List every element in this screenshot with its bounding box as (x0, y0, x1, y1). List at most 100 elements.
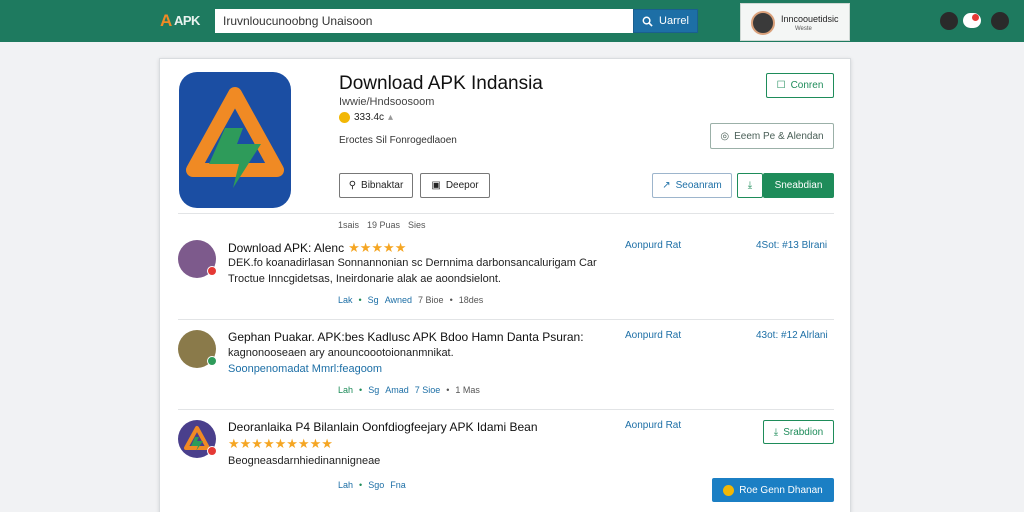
reviewer-badge (207, 266, 217, 276)
site-logo[interactable]: A APK (160, 10, 210, 32)
review-text: Beogneasdarnhiedinannigneae (228, 455, 381, 467)
user-avatar[interactable] (938, 10, 960, 32)
app-title: Download APK Indansia (339, 73, 543, 94)
review-status[interactable]: Aonpurd Rat (625, 420, 681, 431)
review-item: Download APK: Alenc ★★★★★ DEK.fo koanadi… (160, 240, 852, 320)
app-rating: 333.4c ▴ (339, 112, 393, 123)
divider (178, 213, 834, 214)
meta-item: 7 Sioe (414, 385, 441, 395)
review-text: DEK.fo koanadirlasan Sonnannonian sc Der… (228, 257, 597, 269)
notification-dot (972, 14, 979, 21)
meta-item[interactable]: Lak (338, 295, 353, 305)
search-app-label: Bibnaktar (361, 180, 404, 191)
meta-item[interactable]: Lah (338, 480, 353, 490)
install-link-label: Eeem Pe & Alendan (734, 130, 824, 142)
divider (178, 319, 834, 320)
review-title-text: Gephan Puakar. APK:bes Kadlusc APK Bdoo … (228, 330, 584, 344)
meta-item: • (359, 385, 363, 395)
star-rating-row: ★★★★★★★★★ (228, 436, 333, 452)
meta-item: Amad (385, 385, 409, 395)
share-button[interactable]: ↗ Seoanram (652, 173, 732, 198)
app-details-card: Download APK Indansia Iwwie/Hndsoosoom 3… (159, 58, 851, 512)
search-app-button[interactable]: ⚲ Bibnaktar (339, 173, 413, 198)
meta-item: Fna (390, 480, 406, 490)
star-rating: ★★★★★★★★★ (228, 436, 333, 451)
review-meta: Lak • Sg Awned 7 Bioe • 18des (338, 295, 483, 305)
download-icon: ⤓ (747, 180, 753, 191)
review-title-text: Download APK: Alenc (228, 241, 345, 255)
contact-label: Conren (790, 80, 824, 91)
install-button[interactable]: Sneabdian (763, 173, 834, 198)
share-icon: ↗ (662, 180, 671, 191)
meta-item: • (446, 385, 450, 395)
meta-item: 7 Bioe (418, 295, 444, 305)
magnifier-icon: ⚲ (348, 180, 357, 191)
review-title-text: Deoranlaika P4 Bilanlain Oonfdiogfeejary… (228, 420, 538, 434)
search-button-label: Uarrel (659, 15, 689, 27)
account-subtitle: Weste (795, 26, 812, 32)
meta-item: • (359, 480, 363, 490)
share-label: Seoanram (675, 180, 722, 191)
review-date: 43ot: #12 Alrlani (756, 330, 828, 341)
logo-text: APK (174, 13, 200, 28)
install-link-button[interactable]: ◎ Eeem Pe & Alendan (710, 123, 834, 149)
divider (178, 409, 834, 410)
download-icon: ⤓ (773, 426, 779, 438)
review-item: Deoranlaika P4 Bilanlain Oonfdiogfeejary… (160, 420, 852, 502)
profile-avatar[interactable] (989, 10, 1011, 32)
meta-item: 19 Puas (367, 220, 401, 230)
meta-item: 1 Mas (455, 385, 480, 395)
review-meta: Lah • Sgo Fna (338, 480, 406, 490)
review-text-secondary: Soonpenomadat Mmrl:feagoom (228, 363, 383, 375)
meta-item: • (449, 295, 453, 305)
star-rating: ★★★★★ (348, 240, 407, 255)
info-icon: ▴ (388, 112, 394, 123)
meta-item: 1sais (338, 220, 360, 230)
review-status[interactable]: Aonpurd Rat (625, 330, 681, 341)
get-app-label: Roe Genn Dhanan (739, 484, 823, 496)
meta-item: Sg (368, 385, 380, 395)
coin-icon (339, 112, 350, 123)
reviewer-badge (207, 446, 217, 456)
avatar (751, 11, 775, 35)
review-status[interactable]: Aonpurd Rat (625, 240, 681, 251)
search-button[interactable]: Uarrel (633, 9, 698, 33)
meta-item: Awned (384, 295, 413, 305)
review-title: Download APK: Alenc ★★★★★ (228, 240, 406, 256)
contact-icon: ☐ (776, 80, 786, 91)
rating-value: 333.4c (354, 112, 385, 123)
window-icon: ▣ (431, 180, 441, 191)
coin-icon (723, 484, 735, 496)
review-action-button[interactable]: ⤓ Srabdion (763, 420, 834, 444)
review-text-secondary: Troctue Inncgidetsas, Ineirdonarie alak … (228, 273, 501, 285)
search-input[interactable] (215, 9, 633, 33)
meta-item: • (358, 295, 362, 305)
review-date: 4Sot: #13 Blrani (756, 240, 828, 251)
meta-item: 18des (458, 295, 484, 305)
meta-item[interactable]: Lah (338, 385, 353, 395)
meta-item: Sgo (368, 480, 385, 490)
app-developer[interactable]: Iwwie/Hndsoosoom (339, 96, 434, 108)
account-card[interactable]: Inncoouetidsic Weste (740, 3, 850, 41)
get-app-button[interactable]: Roe Genn Dhanan (712, 478, 834, 502)
top-bar: A APK Uarrel Inncoouetidsic Weste (0, 0, 1024, 42)
account-name: Inncoouetidsic (781, 14, 839, 24)
search-icon (642, 16, 653, 27)
review-title: Deoranlaika P4 Bilanlain Oonfdiogfeejary… (228, 420, 538, 434)
reviewer-badge (207, 356, 217, 366)
review-meta: Lah • Sg Amad 7 Sioe • 1 Mas (338, 385, 480, 395)
app-meta-row: 1sais 19 Puas Sies (338, 220, 426, 230)
review-item: Gephan Puakar. APK:bes Kadlusc APK Bdoo … (160, 330, 852, 410)
meta-item: Sies (408, 220, 426, 230)
contact-button[interactable]: ☐ Conren (766, 73, 834, 98)
review-action-label: Srabdion (783, 426, 824, 438)
chat-icon[interactable] (963, 13, 981, 28)
logo-mark: A (160, 11, 173, 30)
preview-button[interactable]: ▣ Deepor (420, 173, 490, 198)
link-icon: ◎ (720, 130, 730, 142)
preview-label: Deepor (445, 180, 479, 191)
review-text: kagnonooseaen ary anouncoootoionanmnikat… (228, 347, 454, 359)
download-icon-button[interactable]: ⤓ (737, 173, 763, 198)
meta-item: Sg (367, 295, 379, 305)
install-label: Sneabdian (774, 180, 823, 191)
